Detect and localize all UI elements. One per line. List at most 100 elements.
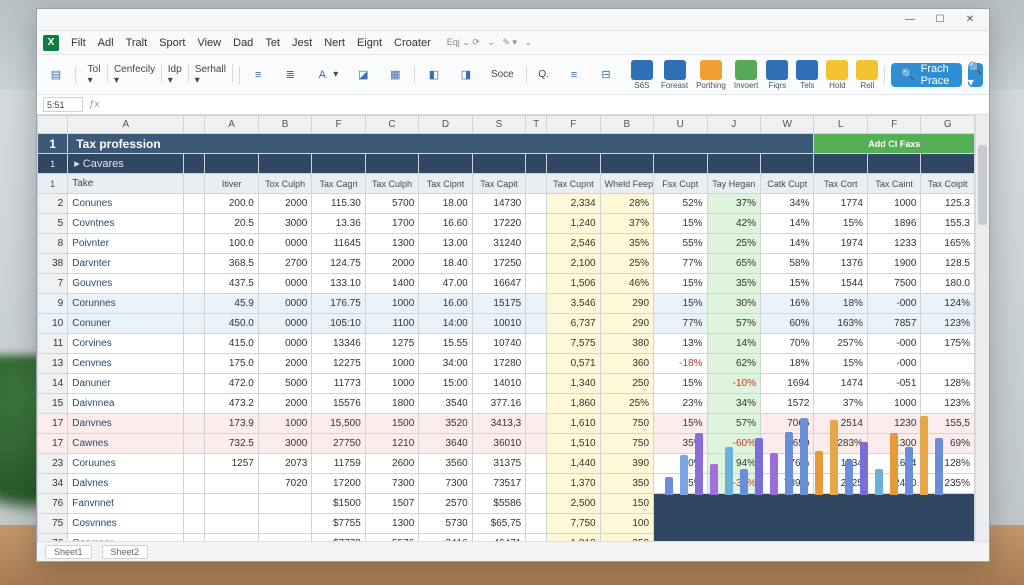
cell[interactable]: 128.5 <box>921 254 975 274</box>
cell[interactable]: Tax Culph <box>365 174 418 194</box>
cell[interactable]: Tax Cipnt <box>419 174 472 194</box>
cell[interactable]: 73517 <box>472 474 525 494</box>
cell[interactable]: Darvnter <box>68 254 184 274</box>
column-header[interactable]: A <box>205 116 258 134</box>
cell[interactable]: 123% <box>921 314 975 334</box>
cell[interactable]: 7020 <box>258 474 311 494</box>
cell[interactable] <box>205 534 258 542</box>
cell[interactable] <box>814 154 867 174</box>
cell[interactable]: Tax Cagri <box>312 174 365 194</box>
menu-item-filt[interactable]: Filt <box>65 35 92 51</box>
cell[interactable]: 290 <box>600 294 653 314</box>
cell[interactable]: 25% <box>600 394 653 414</box>
column-header[interactable]: B <box>600 116 653 134</box>
cell[interactable]: 34:00 <box>419 354 472 374</box>
cell[interactable]: 7857 <box>867 314 920 334</box>
cell[interactable] <box>526 334 547 354</box>
cell[interactable]: -000 <box>867 334 920 354</box>
column-header[interactable]: A <box>68 116 184 134</box>
cell[interactable]: 11773 <box>312 374 365 394</box>
cell[interactable] <box>258 494 311 514</box>
cell[interactable]: 47.00 <box>419 274 472 294</box>
cell[interactable]: 25% <box>707 234 760 254</box>
cell[interactable]: 0000 <box>258 274 311 294</box>
cell[interactable]: Coruunes <box>68 454 184 474</box>
search-button[interactable]: 🔍▾ <box>968 63 983 87</box>
cell[interactable]: 15% <box>654 374 707 394</box>
cell[interactable] <box>184 494 205 514</box>
cell[interactable] <box>184 234 205 254</box>
cell[interactable]: 15.55 <box>419 334 472 354</box>
cell[interactable]: Daivnnea <box>68 394 184 414</box>
cell[interactable]: 1,510 <box>547 434 600 454</box>
tb-font[interactable]: A▾ <box>309 64 344 86</box>
cell[interactable]: 1000 <box>867 194 920 214</box>
cell[interactable]: 75 <box>38 514 68 534</box>
cell[interactable]: Tax Coiplt <box>921 174 975 194</box>
cell[interactable] <box>258 154 311 174</box>
tool-hold[interactable]: Hold <box>826 60 848 90</box>
cell[interactable]: 1974 <box>814 234 867 254</box>
cell[interactable]: 52% <box>654 194 707 214</box>
cell[interactable]: Corunnes <box>68 294 184 314</box>
cell[interactable]: 14% <box>761 214 814 234</box>
column-header[interactable]: T <box>526 116 547 134</box>
cell[interactable] <box>184 254 205 274</box>
cell[interactable] <box>184 154 205 174</box>
cell[interactable] <box>526 534 547 542</box>
menu-item-dad[interactable]: Dad <box>227 35 259 51</box>
cell[interactable]: $5586 <box>472 494 525 514</box>
cell[interactable]: 15175 <box>472 294 525 314</box>
sheet-tab[interactable]: Sheet1 <box>45 545 92 559</box>
cell[interactable]: 125.3 <box>921 194 975 214</box>
cell[interactable]: 0000 <box>258 314 311 334</box>
cell[interactable]: 18.40 <box>419 254 472 274</box>
vertical-scrollbar[interactable] <box>975 115 989 541</box>
cell[interactable]: 1507 <box>365 494 418 514</box>
cell[interactable]: 124% <box>921 294 975 314</box>
cell[interactable] <box>526 314 547 334</box>
cell[interactable]: 2000 <box>258 394 311 414</box>
cell[interactable]: 473.2 <box>205 394 258 414</box>
cell[interactable]: 55% <box>654 234 707 254</box>
cell[interactable] <box>526 174 547 194</box>
cell[interactable]: 37% <box>707 194 760 214</box>
cell[interactable] <box>921 354 975 374</box>
cell[interactable]: Tax Capit <box>472 174 525 194</box>
cell[interactable]: 380 <box>600 334 653 354</box>
cell[interactable]: 15% <box>654 274 707 294</box>
cell[interactable] <box>184 534 205 542</box>
cell[interactable]: 360 <box>600 354 653 374</box>
sheet-tab[interactable]: Sheet2 <box>102 545 149 559</box>
cell[interactable]: 60% <box>761 314 814 334</box>
cell[interactable]: 15 <box>38 394 68 414</box>
cell[interactable]: 1000 <box>365 354 418 374</box>
cell[interactable]: 2,500 <box>547 494 600 514</box>
cell[interactable]: Covntnes <box>68 214 184 234</box>
tb-q[interactable]: Q. <box>532 64 555 86</box>
cell[interactable]: 1,810 <box>547 534 600 542</box>
tool-s6s[interactable]: S6S <box>631 60 653 90</box>
cell[interactable]: Cosvnnes <box>68 514 184 534</box>
cell[interactable]: 257% <box>814 334 867 354</box>
close-button[interactable]: ✕ <box>957 12 983 28</box>
cell[interactable]: Cenvnes <box>68 354 184 374</box>
tb-align2[interactable]: ≣ <box>277 64 303 86</box>
cell[interactable]: 2570 <box>419 494 472 514</box>
cell[interactable]: Tax profession <box>68 134 814 154</box>
cell[interactable]: 34% <box>761 194 814 214</box>
cell[interactable]: 165% <box>921 234 975 254</box>
cell[interactable]: 115.30 <box>312 194 365 214</box>
cell[interactable]: -051 <box>867 374 920 394</box>
cell[interactable]: 18.00 <box>419 194 472 214</box>
cell[interactable]: Tax Cort <box>814 174 867 194</box>
column-header[interactable]: W <box>761 116 814 134</box>
cell[interactable]: 3540 <box>419 394 472 414</box>
cell[interactable] <box>707 154 760 174</box>
cell[interactable] <box>526 154 547 174</box>
cell[interactable]: 176.75 <box>312 294 365 314</box>
cell[interactable]: 16% <box>761 294 814 314</box>
cell[interactable]: 0000 <box>258 234 311 254</box>
cell[interactable]: 15% <box>814 214 867 234</box>
cell[interactable]: 35% <box>707 274 760 294</box>
